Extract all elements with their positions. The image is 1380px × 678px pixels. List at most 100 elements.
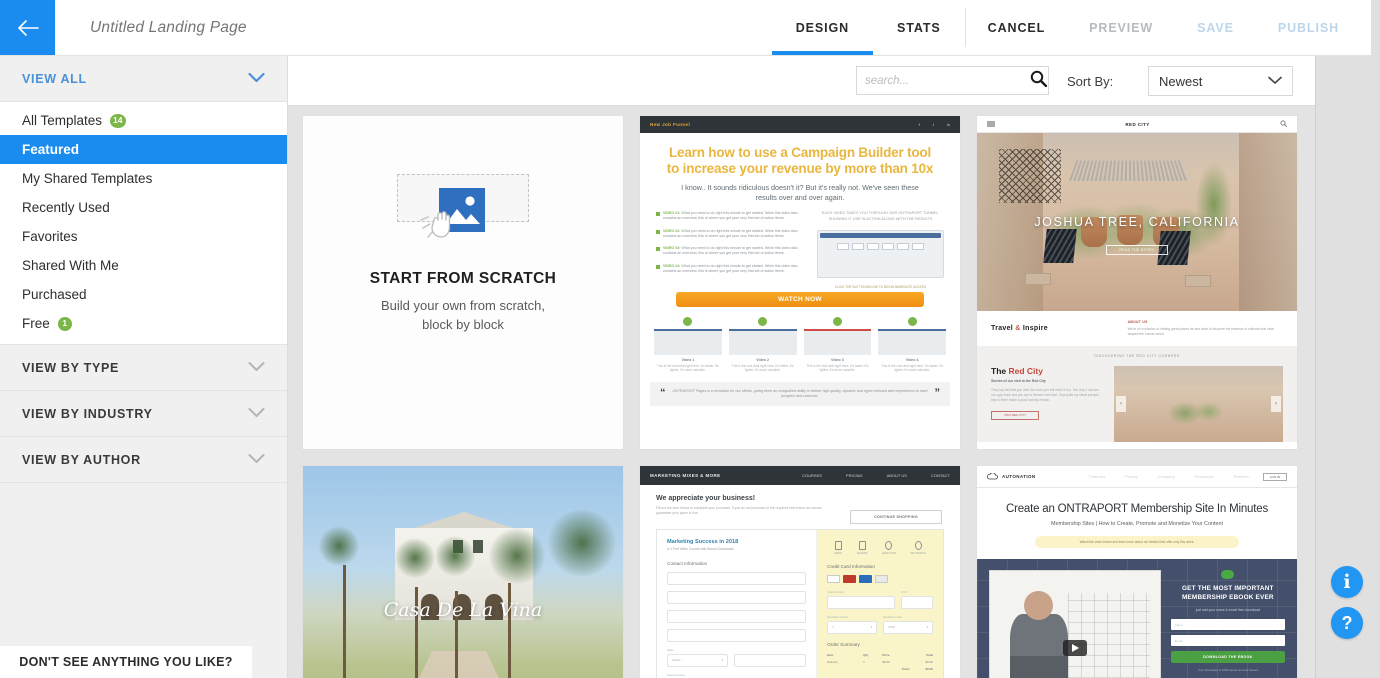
sidebar-item-all-templates[interactable]: All Templates 14 bbox=[0, 106, 287, 135]
template-grid-area[interactable]: START FROM SCRATCH Build your own from s… bbox=[288, 106, 1315, 678]
thumb-right-col: EACH VIDEO TAKES YOU THROUGH OUR ONTRAPO… bbox=[817, 211, 944, 289]
sidebar-item-my-shared-templates[interactable]: My Shared Templates bbox=[0, 164, 287, 193]
discover-subtitle: Stories of our visit to the Red City bbox=[991, 379, 1046, 384]
thumb-cta-button: WATCH NOW bbox=[676, 291, 924, 307]
first-name-field bbox=[667, 571, 807, 585]
chevron-left-icon: ‹ bbox=[1115, 396, 1126, 413]
exp-year-value: 2018 bbox=[888, 625, 895, 630]
video-title: Video 4 bbox=[905, 357, 919, 362]
card-type-icons bbox=[827, 574, 933, 583]
template-card-red-city[interactable]: RED CITY JOSHUA TREE, CALIFORNIA READ TH… bbox=[976, 115, 1298, 450]
sidebar-item-featured[interactable]: Featured bbox=[0, 135, 287, 164]
discover-button: VISIT RED CITY bbox=[991, 410, 1039, 420]
discover-title: The Red City bbox=[991, 366, 1043, 377]
bonus-icon bbox=[914, 540, 922, 550]
page-title-input[interactable] bbox=[55, 0, 772, 55]
nav-item: Pricing bbox=[1125, 474, 1138, 479]
order-cell: Delivery bbox=[827, 659, 838, 664]
order-cell: 1 bbox=[863, 659, 865, 664]
info-icon[interactable]: i bbox=[1331, 566, 1363, 598]
sidebar-section-view-by-type[interactable]: VIEW BY TYPE bbox=[0, 345, 287, 391]
tab-design[interactable]: DESIGN bbox=[771, 0, 874, 55]
video-text: This is the real deal right here. It's f… bbox=[731, 363, 794, 373]
checkout-heading: We appreciate your business! bbox=[656, 495, 756, 502]
chevron-down-icon bbox=[1268, 72, 1282, 90]
top-bar: DESIGN STATS CANCEL PREVIEW SAVE PUBLISH bbox=[0, 0, 1371, 56]
template-card-membership-site[interactable]: AUTONATION Features Pricing Company Reso… bbox=[976, 465, 1298, 678]
template-thumbnail: AUTONATION Features Pricing Company Reso… bbox=[977, 466, 1297, 678]
video-title: Video 1 bbox=[681, 357, 695, 362]
cancel-button[interactable]: CANCEL bbox=[966, 0, 1067, 55]
search-box[interactable] bbox=[856, 66, 1049, 95]
sidebar-item-purchased[interactable]: Purchased bbox=[0, 280, 287, 309]
hero-palm-fronds bbox=[319, 526, 359, 566]
start-from-scratch-title: START FROM SCRATCH bbox=[369, 270, 557, 287]
download-ebook-button: DOWNLOAD THE EBOOK bbox=[1170, 651, 1285, 664]
thumb-social-links: f t in bbox=[919, 122, 950, 127]
membership-headline: Create an ONTRAPORT Membership Site In M… bbox=[1005, 503, 1268, 515]
publish-button[interactable]: PUBLISH bbox=[1256, 0, 1361, 55]
order-header: Price bbox=[882, 652, 890, 657]
search-button[interactable] bbox=[1029, 67, 1048, 94]
email-field: Email bbox=[1170, 635, 1285, 647]
nav-item: Partners bbox=[1233, 474, 1249, 479]
last-name-field bbox=[667, 590, 807, 604]
hero-palm-fronds bbox=[435, 536, 475, 576]
phone-field bbox=[667, 628, 807, 642]
sidebar-section-view-all[interactable]: VIEW ALL bbox=[0, 56, 287, 102]
testimonial-text: ONTRAPORT Pages is a revolution for our … bbox=[672, 388, 928, 399]
screenshot-nodes bbox=[820, 238, 941, 255]
sidebar-item-free[interactable]: Free 1 bbox=[0, 309, 287, 338]
zip-field bbox=[734, 653, 807, 667]
search-icon bbox=[1030, 70, 1048, 92]
sidebar-item-recently-used[interactable]: Recently Used bbox=[0, 193, 287, 222]
thumb-discover-band: DISCOVERING THE RED CITY CORNERS The Red… bbox=[977, 346, 1297, 443]
thumb-video-item: Video 2 This is the real deal right here… bbox=[728, 316, 797, 373]
email-field bbox=[667, 609, 807, 623]
dont-see-anything-button[interactable]: DON'T SEE ANYTHING YOU LIKE? bbox=[0, 646, 252, 678]
save-button[interactable]: SAVE bbox=[1175, 0, 1256, 55]
template-thumbnail: MARKETING MIXES & MORE COURSES PRICING A… bbox=[640, 466, 960, 678]
preview-button[interactable]: PREVIEW bbox=[1067, 0, 1175, 55]
chevron-right-icon: › bbox=[1271, 396, 1281, 413]
sidebar-item-shared-with-me[interactable]: Shared With Me bbox=[0, 251, 287, 280]
template-card-casa-de-la-vina[interactable]: Casa De La Vina Casa De La Vina HOME OUR… bbox=[302, 465, 624, 678]
template-card-checkout[interactable]: MARKETING MIXES & MORE COURSES PRICING A… bbox=[639, 465, 961, 678]
thumb-video-section: GET THE MOST IMPORTANT MEMBERSHIP EBOOK … bbox=[977, 559, 1297, 678]
sort-select[interactable]: Newest bbox=[1148, 66, 1293, 96]
click-hand-icon bbox=[420, 211, 451, 238]
sidebar-item-label: My Shared Templates bbox=[22, 171, 153, 186]
template-grid: START FROM SCRATCH Build your own from s… bbox=[288, 106, 1315, 678]
thumb-brand: MARKETING MIXES & MORE bbox=[650, 473, 721, 478]
info-glyph: i bbox=[1343, 571, 1351, 593]
bullet-text: What you need to do right this minute to… bbox=[663, 263, 798, 273]
state-select: Select... ▾ bbox=[667, 653, 729, 667]
order-cell: $0.00 bbox=[882, 659, 890, 664]
discover-label: DISCOVERING THE RED CITY CORNERS bbox=[1094, 354, 1180, 359]
template-card-start-from-scratch[interactable]: START FROM SCRATCH Build your own from s… bbox=[302, 115, 624, 450]
sidebar-section-view-by-author[interactable]: VIEW BY AUTHOR bbox=[0, 437, 287, 483]
order-total-label: Total: bbox=[901, 666, 910, 671]
template-card-campaign-builder[interactable]: New Job Funnel f t in Learn how to use a… bbox=[639, 115, 961, 450]
sidebar-item-label: Favorites bbox=[22, 229, 78, 244]
form-fine-print: Your information is 100% secure & never … bbox=[1197, 668, 1258, 673]
sidebar-section-view-by-industry[interactable]: VIEW BY INDUSTRY bbox=[0, 391, 287, 437]
membership-note: Watch the video below and learn more abo… bbox=[1034, 536, 1240, 549]
bullet-square-icon bbox=[656, 247, 660, 252]
order-header-row: Item Qty Price Total bbox=[827, 653, 933, 657]
search-input[interactable] bbox=[857, 74, 1029, 87]
back-button[interactable] bbox=[0, 0, 55, 55]
video-thumb bbox=[803, 328, 872, 355]
exp-year-select: 2018 ▾ bbox=[883, 620, 933, 634]
about-text: We're on a mission of visiting great pla… bbox=[1127, 327, 1275, 337]
help-icon[interactable]: ? bbox=[1331, 607, 1363, 639]
tab-stats[interactable]: STATS bbox=[873, 0, 965, 55]
chevron-down-icon bbox=[248, 361, 265, 375]
thumb-testimonial: “ ONTRAPORT Pages is a revolution for ou… bbox=[650, 381, 950, 407]
template-thumbnail: New Job Funnel f t in Learn how to use a… bbox=[640, 116, 960, 449]
thumb-hero-text: Create an ONTRAPORT Membership Site In M… bbox=[977, 488, 1297, 549]
hero-palm-fronds bbox=[489, 528, 545, 584]
sidebar-item-favorites[interactable]: Favorites bbox=[0, 222, 287, 251]
icon-label: ANALYTICS bbox=[881, 551, 897, 555]
cancel-label: CANCEL bbox=[987, 20, 1046, 35]
